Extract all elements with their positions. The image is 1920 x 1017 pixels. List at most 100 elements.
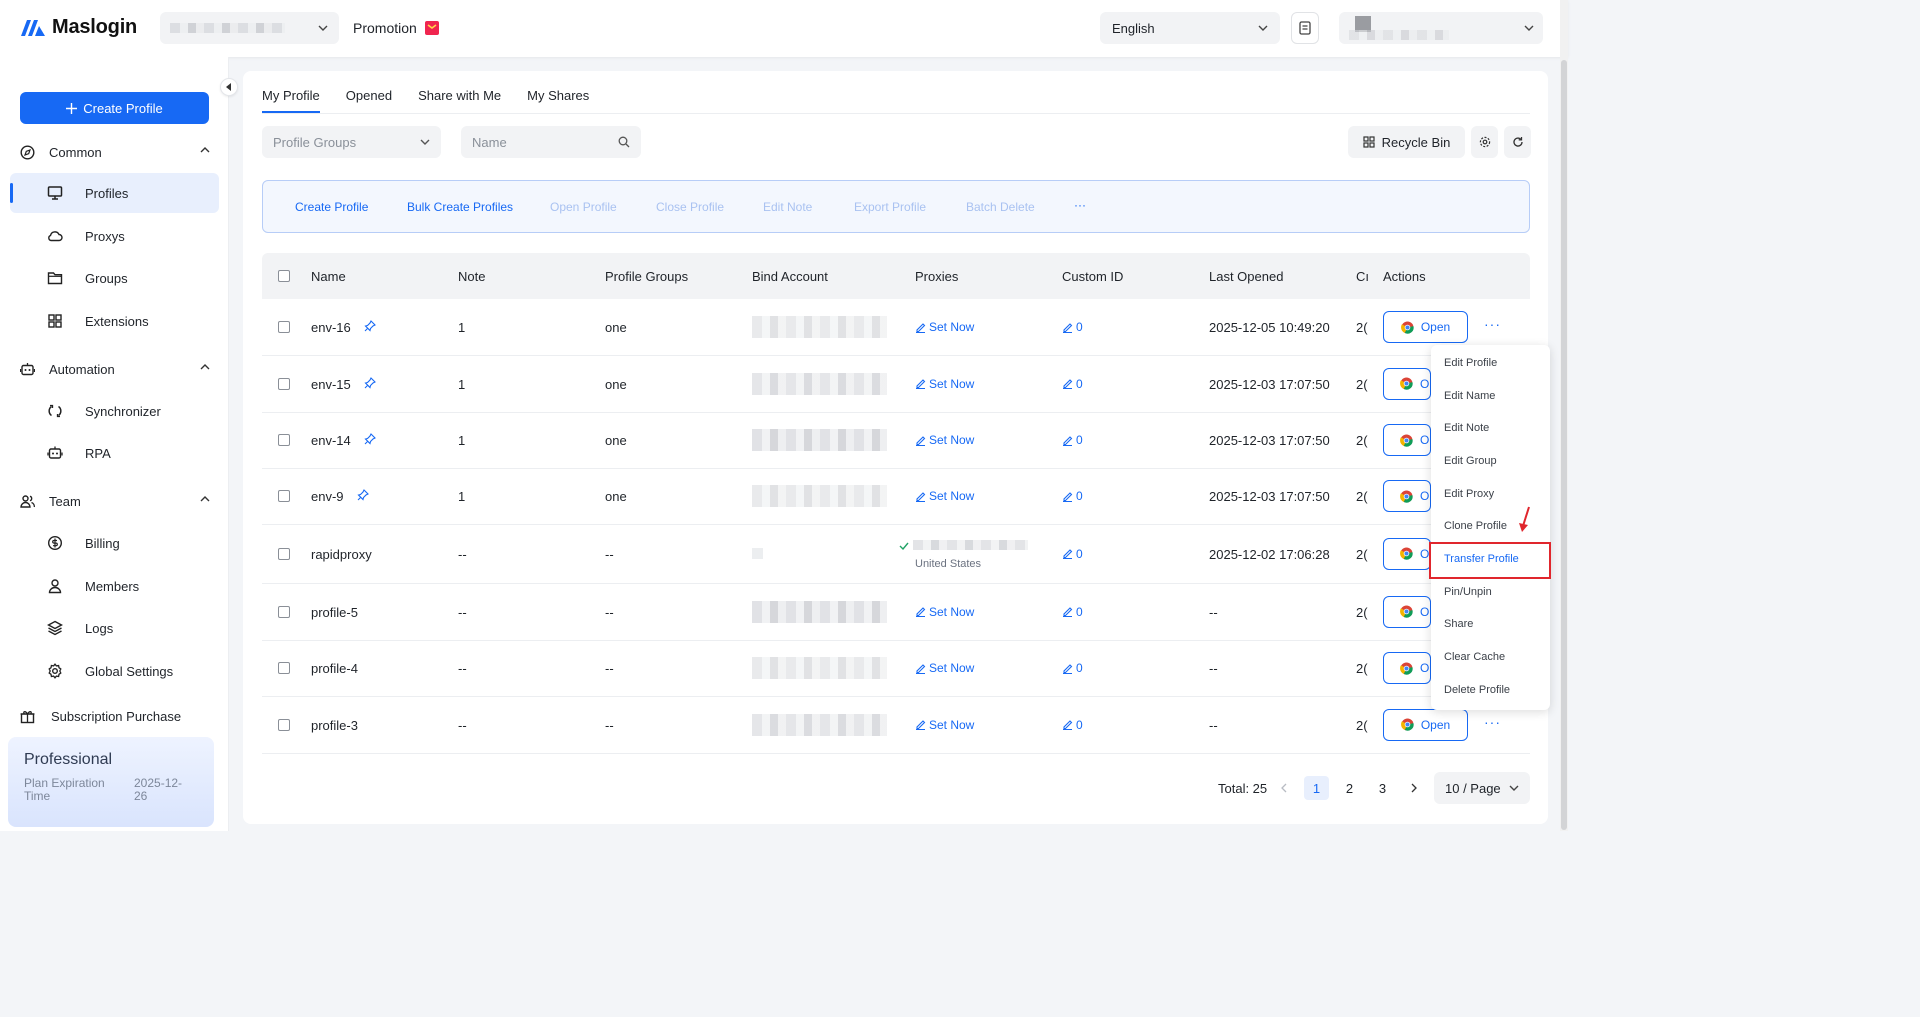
menu-item-edit-note[interactable]: Edit Note: [1444, 422, 1489, 434]
tab-my-shares[interactable]: My Shares: [527, 88, 589, 113]
column-header-bind-account[interactable]: Bind Account: [752, 269, 828, 284]
settings-button[interactable]: [1471, 126, 1498, 158]
pagination-page-3[interactable]: 3: [1370, 776, 1395, 800]
custom-id-edit-link[interactable]: 0: [1062, 605, 1083, 619]
column-header-custom-id[interactable]: Custom ID: [1062, 269, 1123, 284]
pagination-page-1[interactable]: 1: [1304, 776, 1329, 800]
proxy-set-now-link[interactable]: Set Now: [915, 605, 974, 619]
pagination-prev[interactable]: [1277, 776, 1291, 800]
profile-name[interactable]: rapidproxy: [311, 547, 372, 562]
row-more-button[interactable]: ···: [1484, 714, 1501, 730]
toolbar-export-profile[interactable]: Export Profile: [854, 200, 926, 214]
menu-item-clear-cache[interactable]: Clear Cache: [1444, 651, 1505, 663]
row-checkbox[interactable]: [278, 718, 290, 731]
open-profile-button[interactable]: Open: [1383, 311, 1468, 343]
sidebar-item-global-settings[interactable]: Global Settings: [10, 651, 219, 691]
menu-item-share[interactable]: Share: [1444, 618, 1473, 630]
row-checkbox[interactable]: [278, 490, 290, 502]
profile-name[interactable]: env-16: [311, 320, 351, 335]
toolbar-create-profile[interactable]: Create Profile: [295, 200, 368, 214]
pin-icon[interactable]: [364, 376, 377, 389]
subscription-purchase-link[interactable]: Subscription Purchase: [20, 709, 181, 724]
open-profile-button[interactable]: O: [1383, 595, 1431, 628]
column-header-proxies[interactable]: Proxies: [915, 269, 958, 284]
menu-item-delete-profile[interactable]: Delete Profile: [1444, 684, 1510, 696]
menu-item-pin-unpin[interactable]: Pin/Unpin: [1444, 586, 1492, 598]
open-profile-button[interactable]: O: [1383, 652, 1431, 684]
custom-id-edit-link[interactable]: 0: [1062, 433, 1083, 447]
sidebar-item-billing[interactable]: Billing: [10, 523, 219, 563]
open-profile-button[interactable]: O: [1383, 367, 1431, 400]
open-profile-button[interactable]: O: [1383, 537, 1431, 570]
profile-name[interactable]: env-15: [311, 377, 351, 392]
toolbar-more-button[interactable]: ···: [1074, 198, 1086, 212]
sidebar-item-proxys[interactable]: Proxys: [10, 216, 219, 256]
row-checkbox[interactable]: [278, 605, 290, 618]
menu-item-clone-profile[interactable]: Clone Profile: [1444, 520, 1507, 532]
sidebar-item-members[interactable]: Members: [10, 566, 219, 606]
sidebar-create-profile-button[interactable]: Create Profile: [20, 92, 209, 124]
brand-logo[interactable]: Maslogin: [20, 16, 137, 39]
tab-share-with-me[interactable]: Share with Me: [418, 88, 501, 113]
menu-item-edit-group[interactable]: Edit Group: [1444, 455, 1497, 467]
row-more-button[interactable]: ···: [1484, 316, 1501, 332]
column-header-created[interactable]: Cı: [1356, 269, 1369, 284]
pin-icon[interactable]: [364, 433, 377, 445]
menu-item-edit-proxy[interactable]: Edit Proxy: [1444, 488, 1494, 500]
profile-name[interactable]: env-9: [311, 489, 344, 504]
promotion-link[interactable]: Promotion: [353, 20, 439, 36]
user-menu[interactable]: [1339, 12, 1543, 44]
sidebar-section-team[interactable]: Team: [20, 491, 210, 511]
proxy-set-now-link[interactable]: Set Now: [915, 489, 974, 503]
profile-name[interactable]: env-14: [311, 433, 351, 448]
language-select[interactable]: English: [1100, 12, 1280, 44]
sidebar-section-automation[interactable]: Automation: [20, 359, 210, 379]
search-icon[interactable]: [618, 136, 630, 148]
row-checkbox[interactable]: [278, 377, 290, 390]
name-search-input[interactable]: [461, 126, 641, 158]
sidebar-section-common[interactable]: Common: [20, 142, 210, 162]
sidebar-item-extensions[interactable]: Extensions: [10, 301, 219, 341]
row-checkbox[interactable]: [278, 662, 290, 674]
proxy-set-now-link[interactable]: Set Now: [915, 320, 974, 334]
column-header-last-opened[interactable]: Last Opened: [1209, 269, 1283, 284]
custom-id-edit-link[interactable]: 0: [1062, 377, 1083, 391]
document-button[interactable]: [1291, 12, 1319, 44]
select-all-checkbox[interactable]: [278, 270, 290, 282]
row-checkbox[interactable]: [278, 434, 290, 446]
menu-item-edit-name[interactable]: Edit Name: [1444, 390, 1495, 402]
proxy-set-now-link[interactable]: Set Now: [915, 433, 974, 447]
proxy-set-now-link[interactable]: Set Now: [915, 718, 974, 732]
toolbar-batch-delete[interactable]: Batch Delete: [966, 200, 1035, 214]
pagination-next[interactable]: [1407, 776, 1421, 800]
row-checkbox[interactable]: [278, 547, 290, 560]
sidebar-collapse-button[interactable]: [220, 78, 238, 96]
tab-my-profile[interactable]: My Profile: [262, 88, 320, 113]
custom-id-edit-link[interactable]: 0: [1062, 661, 1083, 675]
column-header-name[interactable]: Name: [311, 269, 346, 284]
column-header-note[interactable]: Note: [458, 269, 485, 284]
workspace-select[interactable]: [160, 12, 339, 44]
proxy-set-now-link[interactable]: Set Now: [915, 377, 974, 391]
open-profile-button[interactable]: Open: [1383, 708, 1468, 741]
open-profile-button[interactable]: O: [1383, 424, 1431, 456]
sidebar-item-logs[interactable]: Logs: [10, 608, 219, 648]
refresh-button[interactable]: [1504, 126, 1531, 158]
page-size-select[interactable]: 10 / Page: [1434, 772, 1530, 804]
row-checkbox[interactable]: [278, 321, 290, 333]
column-header-profile-groups[interactable]: Profile Groups: [605, 269, 688, 284]
profile-name[interactable]: profile-4: [311, 661, 358, 676]
pin-icon[interactable]: [357, 489, 369, 501]
toolbar-close-profile[interactable]: Close Profile: [656, 200, 724, 214]
sidebar-item-profiles[interactable]: Profiles: [10, 173, 219, 213]
pagination-page-2[interactable]: 2: [1337, 776, 1362, 800]
scrollbar-thumb[interactable]: [1561, 60, 1567, 830]
toolbar-edit-note[interactable]: Edit Note: [763, 200, 812, 214]
toolbar-open-profile[interactable]: Open Profile: [550, 200, 617, 214]
sidebar-item-groups[interactable]: Groups: [10, 258, 219, 298]
recycle-bin-button[interactable]: Recycle Bin: [1348, 126, 1465, 158]
profile-groups-select[interactable]: Profile Groups: [262, 126, 441, 158]
open-profile-button[interactable]: O: [1383, 480, 1431, 512]
profile-name[interactable]: profile-5: [311, 605, 358, 620]
menu-item-edit-profile[interactable]: Edit Profile: [1444, 357, 1497, 369]
